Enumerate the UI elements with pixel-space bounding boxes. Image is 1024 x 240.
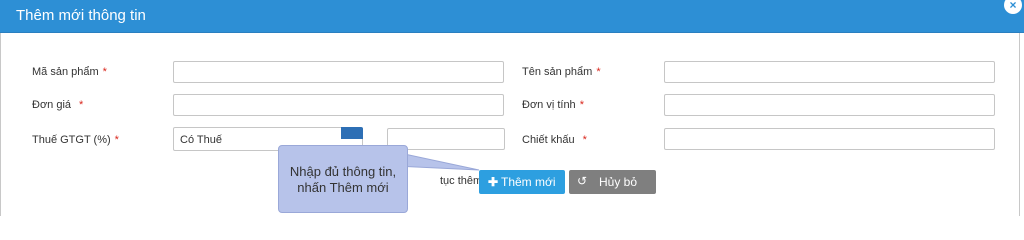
tooltip-pointer (395, 151, 480, 171)
required-marker: * (596, 66, 601, 78)
required-marker: * (102, 66, 107, 78)
chiet-khau-label: Chiết khấu * (522, 134, 587, 146)
add-new-button-label: Thêm mới (501, 175, 556, 189)
required-marker: * (114, 134, 119, 146)
don-vi-tinh-label: Đơn vị tính * (522, 99, 584, 111)
dialog-border-right (1019, 33, 1020, 216)
don-vi-tinh-label-text: Đơn vị tính (522, 99, 576, 111)
chiet-khau-label-text: Chiết khấu (522, 134, 575, 146)
cancel-button[interactable]: ↺ Hủy bỏ (569, 170, 656, 194)
ten-san-pham-input[interactable] (664, 61, 995, 83)
plus-icon: ✚ (488, 175, 499, 189)
tooltip-line-2: nhấn Thêm mới (297, 180, 389, 195)
required-marker: * (79, 99, 84, 111)
dialog-border-left (0, 33, 1, 216)
dialog-header: Thêm mới thông tin × (0, 0, 1024, 33)
add-new-button[interactable]: ✚ Thêm mới (479, 170, 565, 194)
required-marker: * (582, 134, 587, 146)
dropdown-toggle-icon[interactable] (341, 127, 363, 139)
ma-san-pham-label: Mã sản phẩm * (32, 66, 107, 78)
required-marker: * (579, 99, 584, 111)
ma-san-pham-input[interactable] (173, 61, 504, 83)
don-gia-label-text: Đơn giá (32, 99, 72, 111)
thue-gtgt-label-text: Thuế GTGT (%) (32, 134, 111, 146)
ten-san-pham-label: Tên sản phẩm * (522, 66, 601, 78)
tooltip-line-1: Nhập đủ thông tin, (289, 164, 397, 179)
ten-san-pham-label-text: Tên sản phẩm (522, 66, 593, 78)
don-gia-input[interactable] (173, 94, 504, 116)
undo-icon: ↺ (577, 174, 588, 188)
don-vi-tinh-input[interactable] (664, 94, 995, 116)
thue-gtgt-selected-value: Có Thuế (180, 134, 222, 146)
ma-san-pham-label-text: Mã sản phẩm (32, 66, 99, 78)
dialog-title: Thêm mới thông tin (16, 7, 146, 24)
close-icon[interactable]: × (1004, 0, 1022, 14)
chiet-khau-input[interactable] (664, 128, 995, 150)
thue-gtgt-label: Thuế GTGT (%) * (32, 134, 119, 146)
cancel-button-label: Hủy bỏ (599, 175, 638, 189)
don-gia-label: Đơn giá * (32, 99, 83, 111)
hint-tooltip: Nhập đủ thông tin, nhấn Thêm mới (278, 145, 408, 213)
